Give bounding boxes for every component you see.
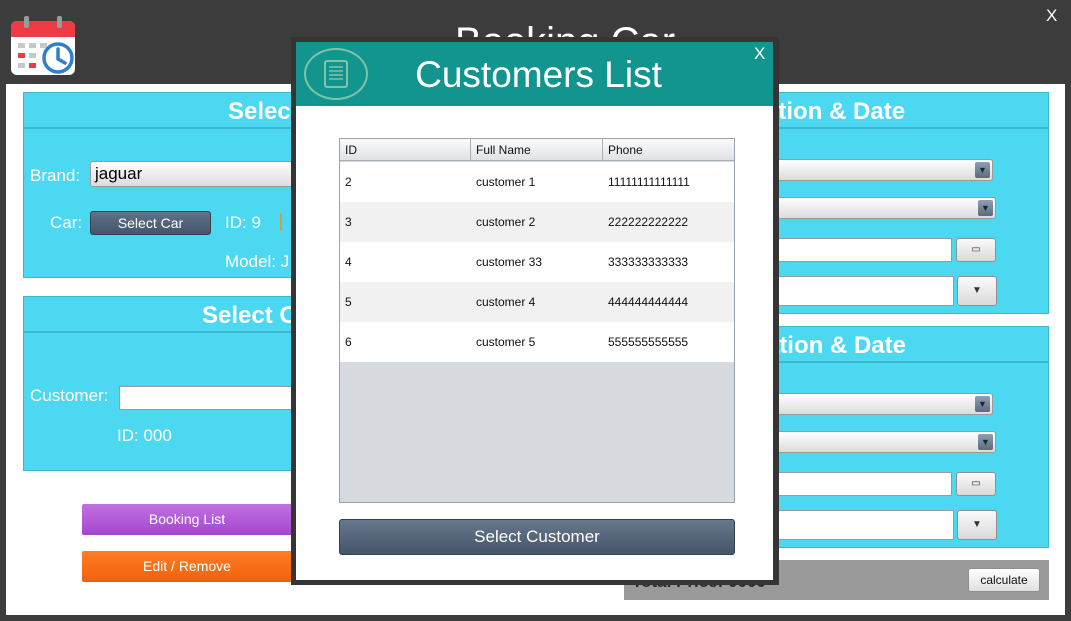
- table-row[interactable]: 5 customer 4 444444444444: [340, 282, 734, 322]
- edit-remove-button[interactable]: Edit / Remove: [82, 551, 292, 582]
- chevron-down-icon: ▼: [978, 200, 993, 216]
- cell-full-name: customer 4: [476, 295, 536, 309]
- calendar-button[interactable]: ▭: [956, 238, 996, 262]
- customer-label: Customer:: [30, 386, 109, 405]
- cell-full-name: customer 33: [476, 255, 543, 269]
- dialog-header: Customers List X: [296, 42, 773, 106]
- chevron-down-icon: ▼: [978, 434, 993, 450]
- car-label: Car:: [50, 213, 83, 232]
- pickup-panel: Pickup Location & Date ▼ ▼ ▭ ▼: [637, 92, 1049, 314]
- chevron-down-icon: ▼: [972, 285, 982, 296]
- column-header-full-name[interactable]: Full Name: [471, 139, 603, 161]
- pickup-time-dropdown[interactable]: ▼: [957, 276, 997, 306]
- calendar-icon: ▭: [971, 244, 981, 255]
- app-close-button[interactable]: X: [1046, 6, 1057, 26]
- calendar-clock-icon: [11, 16, 75, 75]
- cell-phone: 11111111111111: [608, 175, 690, 189]
- select-customer-button[interactable]: Select Customer: [339, 519, 735, 555]
- cell-id: 4: [345, 255, 352, 269]
- cell-full-name: customer 1: [476, 175, 536, 189]
- dropoff-time-dropdown[interactable]: ▼: [957, 510, 997, 540]
- customers-table[interactable]: ID Full Name Phone 2 customer 1 1111111111…: [339, 138, 735, 503]
- chevron-down-icon: ▼: [975, 396, 990, 412]
- dialog-close-button[interactable]: X: [754, 44, 765, 64]
- table-row[interactable]: 2 customer 1 11111111111111: [340, 162, 734, 202]
- select-customer-panel: Select Customer Customer: ID: 000: [23, 296, 391, 471]
- table-row[interactable]: 3 customer 2 222222222222: [340, 202, 734, 242]
- cell-phone: 444444444444: [608, 295, 689, 309]
- booking-list-button[interactable]: Booking List: [82, 504, 292, 535]
- calendar-button[interactable]: ▭: [956, 472, 996, 496]
- cell-full-name: customer 2: [476, 215, 536, 229]
- column-header-phone[interactable]: Phone: [603, 139, 734, 161]
- dropoff-panel: Drop-off Location & Date ▼ ▼ ▭ ▼: [622, 326, 1049, 548]
- cell-id: 2: [345, 175, 352, 189]
- table-header: ID Full Name Phone: [340, 139, 734, 161]
- customer-id: ID: 000: [117, 426, 172, 445]
- car-id: ID: 9: [225, 213, 261, 232]
- calendar-icon: ▭: [971, 478, 981, 489]
- cell-id: 5: [345, 295, 352, 309]
- chevron-down-icon: ▼: [972, 519, 982, 530]
- cell-phone: 555555555555: [608, 335, 689, 349]
- dialog-title: Customers List: [415, 54, 662, 95]
- divider: [280, 213, 282, 231]
- calculate-button[interactable]: calculate: [968, 568, 1040, 592]
- cell-id: 3: [345, 215, 352, 229]
- column-header-id[interactable]: ID: [340, 139, 471, 161]
- cell-phone: 333333333333: [608, 255, 689, 269]
- car-model: Model: J: [225, 252, 290, 271]
- cell-phone: 222222222222: [608, 215, 689, 229]
- select-car-panel: Select Car Brand: jaguar Car: Select Car…: [23, 92, 345, 278]
- table-row[interactable]: 6 customer 5 555555555555: [340, 322, 734, 362]
- cell-id: 6: [345, 335, 352, 349]
- select-car-button[interactable]: Select Car: [90, 211, 211, 235]
- chevron-down-icon: ▼: [975, 162, 990, 178]
- cell-full-name: customer 5: [476, 335, 536, 349]
- table-row[interactable]: 4 customer 33 333333333333: [340, 242, 734, 282]
- brand-label: Brand:: [30, 166, 81, 185]
- customers-list-dialog: Customers List X ID Full Name Phone 2 cus…: [291, 37, 779, 585]
